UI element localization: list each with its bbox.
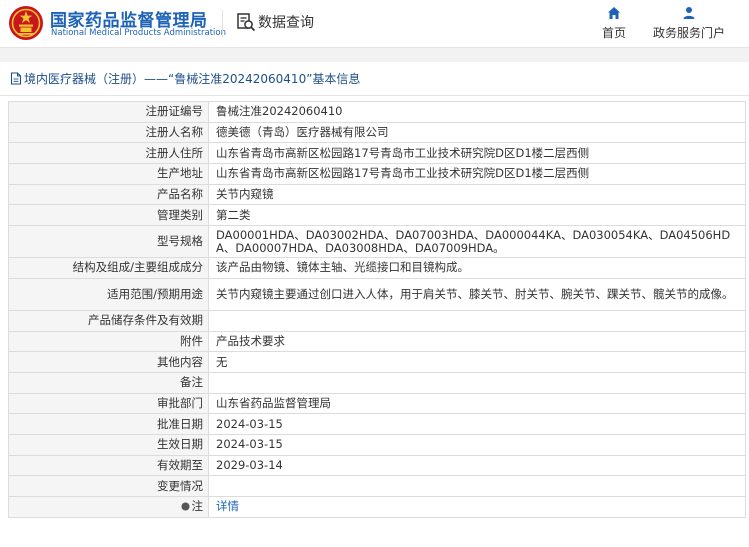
- table-row: 备注: [8, 371, 746, 394]
- field-value: 2029-03-14: [208, 454, 746, 477]
- field-label: 注: [8, 496, 209, 518]
- field-value: 详情: [208, 496, 746, 518]
- field-label: 附件: [8, 330, 209, 353]
- field-value: 2024-03-15: [208, 433, 746, 456]
- org-name-en: National Medical Products Administration: [51, 28, 226, 38]
- note-label-wrap: 注: [181, 498, 204, 513]
- table-row: 有效期至 2029-03-14: [8, 454, 746, 477]
- breadcrumb: 境内医疗器械（注册）——“鲁械注准20242060410”基本信息: [0, 62, 749, 96]
- document-icon: [10, 72, 22, 85]
- detail-link[interactable]: 详情: [216, 499, 239, 513]
- user-icon: [683, 7, 695, 19]
- field-label: 生产地址: [8, 163, 209, 185]
- field-value: 无: [208, 351, 746, 373]
- field-label: 批准日期: [8, 413, 209, 435]
- field-value: 关节内窥镜: [208, 183, 746, 206]
- table-row: 附件 产品技术要求: [8, 330, 746, 353]
- field-value: [208, 371, 746, 394]
- data-query-label: 数据查询: [258, 15, 314, 31]
- note-label: 注: [191, 498, 204, 513]
- header-divider: [222, 10, 223, 38]
- table-row: 变更情况: [8, 475, 746, 497]
- field-label: 产品名称: [8, 183, 209, 206]
- field-label: 注册人名称: [8, 121, 209, 144]
- table-row: 注详情: [8, 496, 746, 518]
- field-label: 注册人住所: [8, 142, 209, 165]
- field-label: 结构及组成/主要组成成分: [8, 257, 209, 279]
- field-label: 变更情况: [8, 475, 209, 497]
- table-row: 审批部门 山东省药品监督管理局: [8, 392, 746, 415]
- table-row: 生产地址 山东省青岛市高新区松园路17号青岛市工业技术研究院D区D1楼二层西侧: [8, 163, 746, 185]
- table-row: 产品储存条件及有效期: [8, 309, 746, 332]
- info-dot-icon: [181, 502, 189, 511]
- nav-service-portal-label: 政务服务门户: [652, 26, 725, 40]
- field-label: 有效期至: [8, 454, 209, 477]
- registration-detail-table: 注册证编号 鲁械注准20242060410 注册人名称 德美德（青岛）医疗器械有限公司…: [8, 101, 746, 518]
- field-value: 该产品由物镜、镜体主轴、光缆接口和目镜构成。: [208, 257, 746, 279]
- data-query-link[interactable]: 数据查询: [236, 12, 314, 32]
- field-value: 山东省青岛市高新区松园路17号青岛市工业技术研究院D区D1楼二层西侧: [208, 163, 746, 185]
- table-row: 批准日期 2024-03-15: [8, 413, 746, 435]
- field-value: 山东省药品监督管理局: [208, 392, 746, 415]
- field-label: 注册证编号: [8, 101, 209, 123]
- field-label: 型号规格: [8, 225, 209, 259]
- table-row: 管理类别 第二类: [8, 204, 746, 227]
- field-value: 产品技术要求: [208, 330, 746, 353]
- field-label: 其他内容: [8, 351, 209, 373]
- nav-service-portal[interactable]: 政务服务门户: [652, 6, 726, 41]
- nav-home[interactable]: 首页: [598, 6, 630, 41]
- table-row: 注册人住所 山东省青岛市高新区松园路17号青岛市工业技术研究院D区D1楼二层西侧: [8, 142, 746, 165]
- field-label: 审批部门: [8, 392, 209, 415]
- field-value: [208, 475, 746, 497]
- table-row: 型号规格 DA00001HDA、DA03002HDA、DA07003HDA、DA0…: [8, 225, 746, 259]
- field-value: 山东省青岛市高新区松园路17号青岛市工业技术研究院D区D1楼二层西侧: [208, 142, 746, 165]
- national-emblem-icon: [9, 6, 43, 40]
- document-search-icon: [237, 13, 256, 32]
- table-row: 产品名称 关节内窥镜: [8, 183, 746, 206]
- field-value: [208, 309, 746, 332]
- site-header: 国家药品监督管理局 National Medical Products Admi…: [0, 0, 749, 48]
- table-row: 注册证编号 鲁械注准20242060410: [8, 101, 746, 123]
- table-row: 生效日期 2024-03-15: [8, 433, 746, 456]
- breadcrumb-text: 境内医疗器械（注册）——“鲁械注准20242060410”基本信息: [24, 72, 361, 86]
- field-label: 产品储存条件及有效期: [8, 309, 209, 332]
- field-value: DA00001HDA、DA03002HDA、DA07003HDA、DA00004…: [208, 225, 746, 259]
- field-value: 德美德（青岛）医疗器械有限公司: [208, 121, 746, 144]
- home-icon: [608, 7, 620, 19]
- header-gap: [0, 48, 749, 62]
- field-label: 生效日期: [8, 433, 209, 456]
- table-row: 适用范围/预期用途 关节内窥镜主要通过创口进入人体，用于肩关节、膝关节、肘关节、腕…: [8, 277, 746, 311]
- table-row: 结构及组成/主要组成成分 该产品由物镜、镜体主轴、光缆接口和目镜构成。: [8, 257, 746, 279]
- nav-home-label: 首页: [601, 26, 626, 40]
- field-value: 关节内窥镜主要通过创口进入人体，用于肩关节、膝关节、肘关节、腕关节、踝关节、髋关…: [208, 277, 746, 311]
- field-label: 适用范围/预期用途: [8, 277, 209, 311]
- field-value: 第二类: [208, 204, 746, 227]
- field-label: 备注: [8, 371, 209, 394]
- table-row: 注册人名称 德美德（青岛）医疗器械有限公司: [8, 121, 746, 144]
- field-label: 管理类别: [8, 204, 209, 227]
- field-value: 2024-03-15: [208, 413, 746, 435]
- table-row: 其他内容无: [8, 351, 746, 373]
- field-value: 鲁械注准20242060410: [208, 101, 746, 123]
